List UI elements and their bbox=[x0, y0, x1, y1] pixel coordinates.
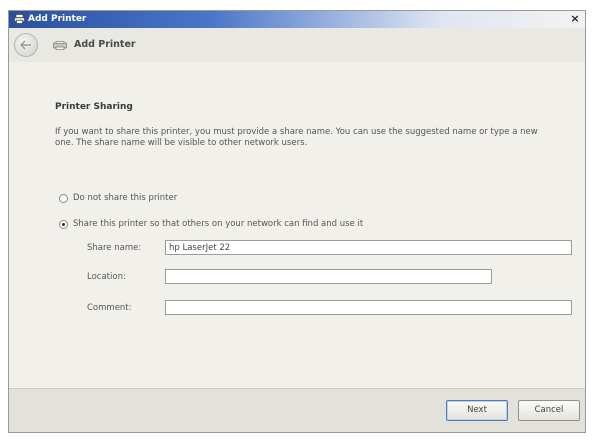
option-do-not-share[interactable]: Do not share this printer bbox=[59, 193, 177, 203]
radio-do-not-share[interactable] bbox=[59, 193, 68, 203]
share-name-label: Share name: bbox=[87, 242, 142, 253]
add-printer-dialog: Add Printer × Add Printer Printer Sharin… bbox=[8, 10, 586, 433]
window-title: Add Printer bbox=[28, 14, 87, 24]
option-label: Do not share this printer bbox=[73, 193, 178, 203]
share-name-row: Share name: bbox=[87, 240, 572, 255]
wizard-content: Printer Sharing If you want to share thi… bbox=[9, 62, 585, 391]
button-bar: Next Cancel bbox=[9, 388, 585, 432]
comment-input[interactable] bbox=[165, 300, 572, 315]
radio-share-printer[interactable] bbox=[59, 219, 68, 229]
comment-row: Comment: bbox=[87, 300, 572, 315]
title-bar: Add Printer × bbox=[9, 11, 585, 28]
section-heading: Printer Sharing bbox=[55, 102, 133, 112]
comment-label: Comment: bbox=[87, 302, 132, 313]
location-label: Location: bbox=[87, 271, 126, 282]
instructions-text: If you want to share this printer, you m… bbox=[55, 127, 538, 148]
printer-icon bbox=[53, 41, 67, 50]
back-arrow-icon bbox=[20, 40, 31, 50]
printer-icon bbox=[14, 14, 25, 24]
navigation-bar: Add Printer bbox=[9, 28, 585, 63]
back-button[interactable] bbox=[14, 33, 38, 57]
share-name-input[interactable] bbox=[165, 240, 572, 255]
location-input[interactable] bbox=[165, 269, 492, 284]
page-title: Add Printer bbox=[74, 39, 136, 50]
cancel-button[interactable]: Cancel bbox=[518, 400, 580, 421]
location-row: Location: bbox=[87, 269, 492, 284]
option-label: Share this printer so that others on you… bbox=[73, 219, 364, 229]
close-icon[interactable]: × bbox=[569, 12, 581, 26]
option-share-printer[interactable]: Share this printer so that others on you… bbox=[59, 219, 363, 229]
next-button[interactable]: Next bbox=[446, 400, 508, 421]
